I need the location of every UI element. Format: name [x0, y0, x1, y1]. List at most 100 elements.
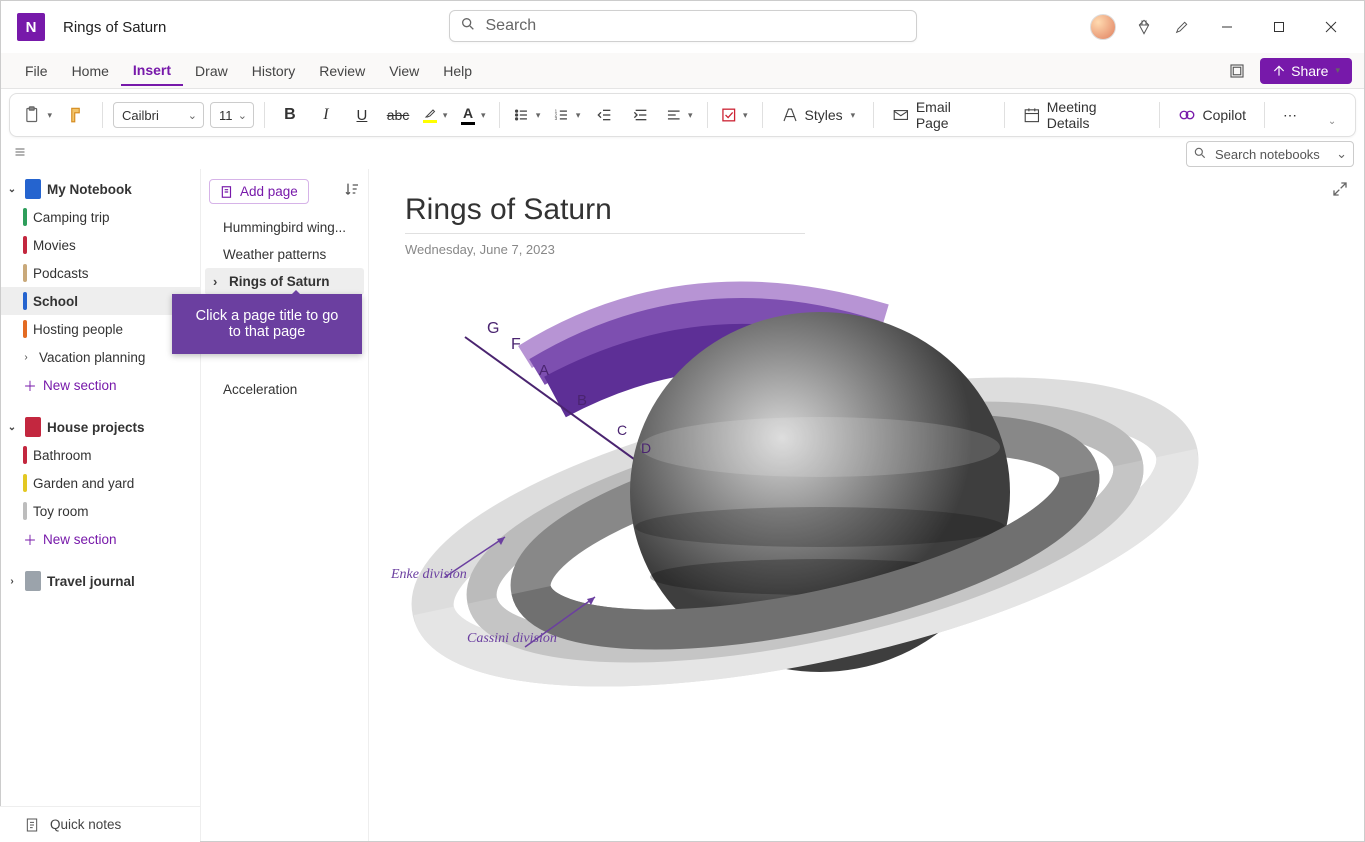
underline-button[interactable]: U	[347, 100, 377, 130]
search-icon	[460, 16, 476, 37]
align-button[interactable]: ▾	[662, 100, 696, 130]
tab-draw[interactable]: Draw	[183, 57, 240, 85]
chevron-down-icon: ⌄	[5, 422, 19, 433]
svg-text:D: D	[641, 440, 651, 456]
search-icon	[1193, 146, 1207, 163]
chevron-right-icon: ›	[19, 352, 33, 363]
section-podcasts[interactable]: Podcasts	[1, 259, 200, 287]
section-movies[interactable]: Movies	[1, 231, 200, 259]
svg-text:F: F	[511, 336, 521, 353]
notebook-tree: ⌄ My Notebook Camping trip Movies Podcas…	[1, 169, 201, 841]
sort-icon[interactable]	[344, 181, 360, 202]
section-garden-and-yard[interactable]: Garden and yard	[1, 469, 200, 497]
svg-text:A: A	[539, 362, 549, 379]
main: ⌄ My Notebook Camping trip Movies Podcas…	[1, 169, 1364, 841]
add-page-button[interactable]: Add page	[209, 179, 309, 204]
plus-icon: ＋	[23, 529, 37, 549]
more-button[interactable]: ⋯	[1275, 100, 1305, 130]
section-bathroom[interactable]: Bathroom	[1, 441, 200, 469]
toolbar: ▾ Cailbri 11 B I U abc ▾ A▾ ▾ 123▾ ▾ ▾ S…	[9, 93, 1356, 137]
svg-text:G: G	[487, 320, 499, 337]
pen-icon[interactable]	[1172, 17, 1192, 37]
notebook-travel-journal[interactable]: › Travel journal	[1, 567, 200, 595]
section-camping-trip[interactable]: Camping trip	[1, 203, 200, 231]
share-label: Share	[1291, 63, 1328, 79]
new-section-button-2[interactable]: ＋New section	[1, 525, 200, 553]
section-vacation-planning[interactable]: ›Vacation planning	[1, 343, 200, 371]
minimize-button[interactable]	[1210, 13, 1244, 41]
svg-text:C: C	[617, 422, 627, 438]
numbered-list-button[interactable]: 123▾	[550, 100, 584, 130]
format-painter-button[interactable]	[62, 100, 92, 130]
notebook-my-notebook[interactable]: ⌄ My Notebook	[1, 175, 200, 203]
titlebar: N Rings of Saturn Search	[1, 1, 1364, 53]
tab-home[interactable]: Home	[60, 57, 121, 85]
tab-view[interactable]: View	[377, 57, 431, 85]
tab-help[interactable]: Help	[431, 57, 484, 85]
meeting-details-button[interactable]: Meeting Details	[1015, 99, 1149, 131]
saturn-illustration: G F A B C D Enke division Cassini divisi…	[405, 277, 1205, 747]
page-content: Rings of Saturn Wednesday, June 7, 2023	[369, 169, 1364, 841]
section-school[interactable]: School	[1, 287, 200, 315]
notebook-icon	[25, 571, 41, 591]
share-button[interactable]: Share ▾	[1260, 58, 1352, 84]
window-title: Rings of Saturn	[63, 19, 166, 36]
quick-notes-button[interactable]: Quick notes	[0, 806, 200, 842]
chevron-right-icon: ›	[5, 576, 19, 587]
page-list: Add page Hummingbird wing... Weather pat…	[201, 169, 369, 841]
todo-tag-button[interactable]: ▾	[717, 100, 751, 130]
notebook-house-projects[interactable]: ⌄ House projects	[1, 413, 200, 441]
title-underline	[405, 233, 805, 234]
cassini-label: Cassini division	[467, 631, 557, 647]
svg-text:B: B	[577, 392, 587, 409]
search-placeholder: Search	[486, 17, 537, 35]
page-acceleration[interactable]: Acceleration	[205, 376, 364, 403]
premium-icon[interactable]	[1134, 17, 1154, 37]
page-weather-patterns[interactable]: Weather patterns	[205, 241, 364, 268]
close-button[interactable]	[1314, 13, 1348, 41]
font-size-select[interactable]: 11	[210, 102, 254, 128]
tutorial-tooltip: Click a page title to go to that page	[172, 294, 362, 354]
nav-toggle-icon[interactable]	[9, 145, 31, 163]
tab-file[interactable]: File	[13, 57, 60, 85]
fullscreen-toggle-icon[interactable]	[1228, 62, 1246, 80]
bold-button[interactable]: B	[275, 100, 305, 130]
page-date: Wednesday, June 7, 2023	[405, 242, 1328, 257]
paste-button[interactable]: ▾	[18, 100, 56, 130]
section-hosting-people[interactable]: Hosting people	[1, 315, 200, 343]
maximize-button[interactable]	[1262, 13, 1296, 41]
indent-button[interactable]	[626, 100, 656, 130]
page-rings-of-saturn[interactable]: Rings of Saturn	[205, 268, 364, 295]
new-section-button[interactable]: ＋New section	[1, 371, 200, 399]
tab-history[interactable]: History	[240, 57, 308, 85]
chevron-down-icon: ⌄	[5, 184, 19, 195]
user-avatar[interactable]	[1090, 14, 1116, 40]
notebook-icon	[25, 179, 41, 199]
bullet-list-button[interactable]: ▾	[510, 100, 544, 130]
font-name-select[interactable]: Cailbri	[113, 102, 204, 128]
expand-page-icon[interactable]	[1332, 181, 1348, 202]
enke-label: Enke division	[391, 567, 467, 583]
italic-button[interactable]: I	[311, 100, 341, 130]
search-notebooks-input[interactable]: Search notebooks	[1186, 141, 1354, 167]
secondbar: Search notebooks	[1, 137, 1364, 169]
ribbon-expand-icon[interactable]: ⌄	[1317, 106, 1347, 136]
page-hummingbird[interactable]: Hummingbird wing...	[205, 214, 364, 241]
styles-button[interactable]: Styles▾	[773, 106, 864, 124]
highlight-button[interactable]: ▾	[419, 100, 451, 130]
app-icon: N	[17, 13, 45, 41]
plus-icon: ＋	[23, 375, 37, 395]
strikethrough-button[interactable]: abc	[383, 100, 413, 130]
copilot-button[interactable]: Copilot	[1170, 106, 1254, 124]
notebook-icon	[25, 417, 41, 437]
svg-text:3: 3	[555, 116, 558, 121]
chevron-down-icon: ▾	[47, 110, 52, 121]
font-color-button[interactable]: A▾	[457, 100, 489, 130]
tab-insert[interactable]: Insert	[121, 56, 183, 86]
page-title[interactable]: Rings of Saturn	[405, 193, 1328, 227]
section-toy-room[interactable]: Toy room	[1, 497, 200, 525]
email-page-button[interactable]: Email Page	[884, 99, 994, 131]
tab-review[interactable]: Review	[307, 57, 377, 85]
outdent-button[interactable]	[590, 100, 620, 130]
search-box[interactable]: Search	[449, 10, 917, 42]
